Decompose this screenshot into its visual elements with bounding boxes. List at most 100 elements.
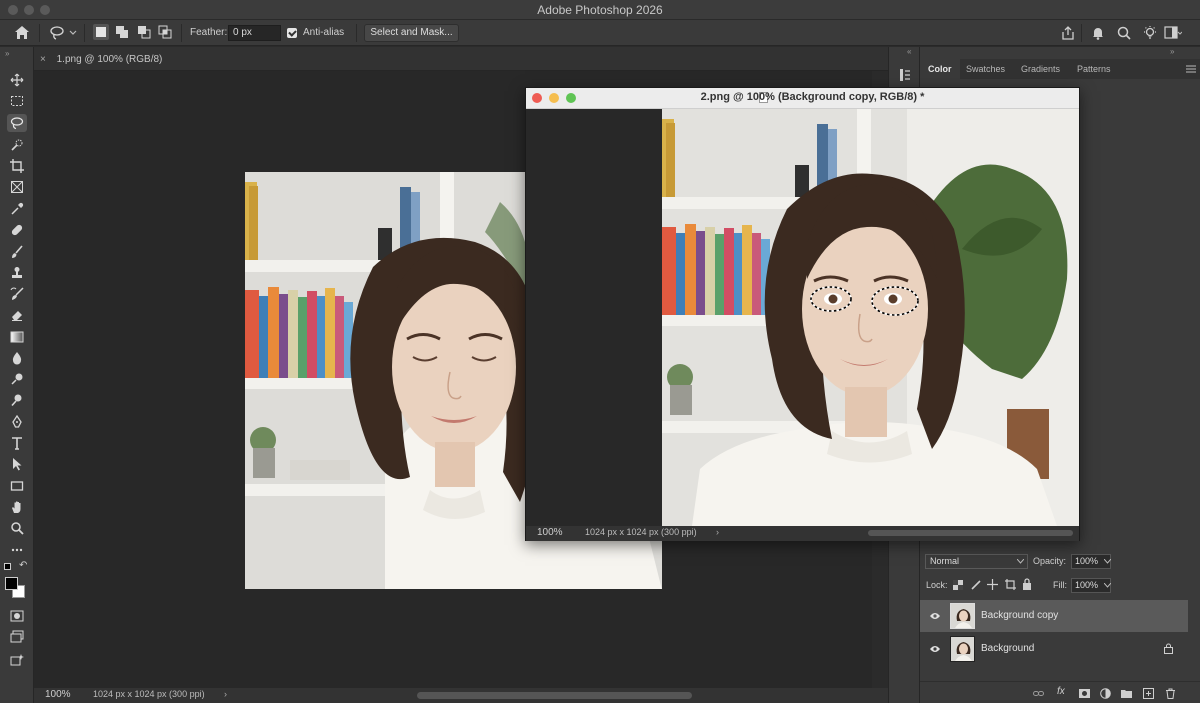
collapse-dock-icon[interactable]: » [1170, 47, 1174, 56]
hand-icon [12, 501, 21, 513]
foreground-color-swatch[interactable] [5, 577, 18, 590]
type-tool[interactable] [7, 434, 27, 452]
tab-color[interactable]: Color [920, 59, 960, 79]
new-selection-button[interactable] [93, 24, 109, 40]
floating-document-window[interactable]: 2.png @ 100% (Background copy, RGB/8) * [525, 87, 1080, 541]
quick-mask-icon [10, 610, 24, 622]
horizontal-scrollbar[interactable] [417, 692, 692, 699]
search-icon[interactable] [1116, 25, 1132, 41]
swap-colors-icon[interactable]: ↶ [19, 560, 27, 571]
intersect-selection-icon[interactable] [158, 25, 172, 39]
crop-tool[interactable] [7, 157, 27, 175]
zoom-level[interactable]: 100% [537, 527, 563, 538]
pen-icon [12, 415, 22, 428]
document-window-titlebar[interactable]: 2.png @ 100% (Background copy, RGB/8) * [526, 88, 1079, 109]
discover-lightbulb-icon[interactable] [1142, 25, 1158, 41]
brush-icon [12, 245, 23, 258]
pen-tool[interactable] [7, 413, 27, 431]
frame-tool[interactable] [7, 178, 27, 196]
default-colors-icon[interactable] [4, 563, 11, 570]
gradient-tool[interactable] [7, 328, 27, 346]
layer-row[interactable]: Background copy [920, 600, 1188, 632]
divider [181, 24, 182, 42]
clone-stamp-tool[interactable] [7, 264, 27, 282]
lock-artboard-icon[interactable] [1005, 579, 1016, 590]
feather-input[interactable]: 0 px [228, 25, 281, 41]
subtract-from-selection-icon[interactable] [137, 25, 151, 39]
close-tab-icon[interactable]: × [40, 54, 46, 65]
share-icon[interactable] [1060, 25, 1076, 41]
delete-layer-trash-icon[interactable] [1165, 688, 1176, 699]
lock-transparent-pixels-icon[interactable] [953, 580, 963, 590]
add-to-selection-icon[interactable] [115, 25, 129, 39]
eyedropper-tool[interactable] [7, 200, 27, 218]
dodge-burn-tool[interactable] [7, 370, 27, 388]
collapse-panels-icon[interactable]: « [907, 47, 911, 56]
home-icon[interactable] [14, 25, 30, 40]
visibility-eye-icon[interactable] [930, 612, 940, 620]
new-layer-icon[interactable] [1143, 688, 1154, 699]
workspace-switcher-icon[interactable] [1164, 25, 1182, 41]
layer-thumbnail [950, 636, 975, 662]
edit-toolbar-button[interactable] [7, 541, 27, 559]
dodge-tool[interactable] [7, 391, 27, 409]
chevron-down-icon[interactable] [1104, 559, 1111, 564]
blend-mode-select[interactable]: Normal [925, 554, 1028, 569]
new-selection-icon [96, 27, 106, 37]
quick-mask-button[interactable] [7, 607, 27, 625]
path-selection-tool[interactable] [7, 455, 27, 473]
tab-patterns[interactable]: Patterns [1069, 59, 1119, 79]
link-layers-icon[interactable] [1033, 688, 1044, 699]
generative-fill-button[interactable] [7, 651, 27, 669]
select-and-mask-button[interactable]: Select and Mask... [364, 24, 459, 42]
screen-mode-button[interactable] [7, 628, 27, 646]
zoom-tool[interactable] [7, 519, 27, 537]
move-tool[interactable] [7, 71, 27, 89]
history-brush-icon [10, 287, 24, 300]
status-menu-arrow[interactable]: › [716, 527, 719, 537]
fx-icon[interactable]: fx [1057, 686, 1065, 697]
divider [39, 24, 40, 42]
expand-panel-icon[interactable]: » [5, 49, 9, 58]
droplet-icon [12, 352, 22, 365]
marquee-tool[interactable] [7, 92, 27, 110]
add-mask-icon[interactable] [1079, 688, 1090, 699]
lock-image-pixels-icon[interactable] [971, 579, 982, 590]
zoom-level[interactable]: 100% [45, 689, 71, 700]
chevron-down-icon[interactable] [1104, 583, 1111, 588]
panel-menu-icon[interactable] [1186, 65, 1196, 73]
direct-selection-arrow-icon [13, 458, 22, 471]
antialias-checkbox[interactable] [287, 28, 297, 38]
color-panel-tabs: Color Swatches Gradients Patterns [920, 59, 1200, 79]
layer-row[interactable]: Background [920, 633, 1188, 665]
lasso-tool-preset-icon[interactable] [50, 25, 78, 41]
history-panel-icon[interactable] [898, 68, 912, 82]
hand-tool[interactable] [7, 498, 27, 516]
object-selection-tool[interactable] [7, 136, 27, 154]
blur-tool[interactable] [7, 349, 27, 367]
crop-icon [10, 159, 24, 173]
tab-swatches[interactable]: Swatches [958, 59, 1013, 79]
eraser-icon [12, 311, 22, 321]
status-menu-arrow[interactable]: › [224, 689, 227, 699]
healing-brush-tool[interactable] [7, 221, 27, 239]
options-bar: Feather: 0 px Anti-alias Select and Mask… [0, 20, 1200, 46]
history-brush-tool[interactable] [7, 285, 27, 303]
visibility-eye-icon[interactable] [930, 645, 940, 653]
adjustment-layer-icon[interactable] [1100, 688, 1111, 699]
lock-position-icon[interactable] [987, 579, 998, 590]
notifications-bell-icon[interactable] [1090, 25, 1106, 41]
lasso-tool[interactable] [7, 114, 27, 132]
new-group-folder-icon[interactable] [1121, 688, 1132, 699]
tab-gradients[interactable]: Gradients [1013, 59, 1068, 79]
divider [1081, 24, 1082, 42]
brush-tool[interactable] [7, 243, 27, 261]
document-tab[interactable]: × 1.png @ 100% (RGB/8) [34, 51, 172, 71]
rectangle-tool[interactable] [7, 477, 27, 495]
eraser-tool[interactable] [7, 306, 27, 324]
app-title: Adobe Photoshop 2026 [537, 3, 663, 17]
layer-thumbnail-portrait [951, 604, 974, 628]
horizontal-scrollbar[interactable] [868, 530, 1073, 536]
lock-all-icon[interactable] [1022, 578, 1032, 590]
canvas-image-2[interactable] [662, 109, 1079, 526]
